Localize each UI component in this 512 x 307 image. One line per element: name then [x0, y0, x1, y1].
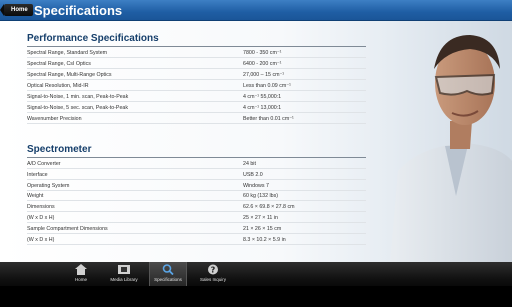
spec-value: Windows 7 [243, 182, 269, 189]
row-divider [27, 101, 366, 102]
spec-row: (W x D x H) 8.3 × 10.2 × 5.9 in [27, 236, 366, 245]
row-divider [27, 123, 366, 124]
spec-label: (W x D x H) [27, 236, 55, 243]
spec-value: 27,000 – 15 cm⁻¹ [243, 72, 285, 78]
spec-label: Spectral Range, Multi-Range Optics [27, 72, 112, 78]
spec-label: Optical Resolution, Mid-IR [27, 83, 89, 89]
bottom-nav-bar: Home Media Library Specifications ? Sale… [0, 262, 512, 286]
nav-label: Sales Inquiry [199, 277, 226, 282]
spec-value: 62.6 × 69.8 × 27.8 cm [243, 204, 295, 211]
spec-value: 24 bit [243, 161, 256, 167]
spec-value: USB 2.0 [243, 171, 263, 178]
spec-value: 6400 - 200 cm⁻¹ [243, 61, 282, 67]
spec-row: Spectral Range, CsI Optics 6400 - 200 cm⁻… [27, 60, 366, 69]
section-divider [27, 46, 366, 47]
nav-item-media-library[interactable]: Media Library [105, 262, 143, 286]
spec-row: Wavenumber Precision Better than 0.01 cm⁻… [27, 115, 366, 124]
row-divider [27, 68, 366, 69]
row-divider [27, 79, 366, 80]
row-divider [27, 243, 366, 245]
row-divider [27, 178, 366, 180]
spec-label: Spectral Range, Standard System [27, 50, 108, 56]
spec-row: (W x D x H) 25 × 27 × 11 in [27, 214, 366, 223]
magnifier-icon [162, 264, 174, 275]
spec-label: (W x D x H) [27, 215, 55, 221]
nav-item-sales-inquiry[interactable]: ? Sales Inquiry [194, 262, 232, 286]
svg-text:?: ? [211, 266, 216, 275]
spec-label: Signal-to-Noise, 1 min. scan, Peak-to-Pe… [27, 94, 129, 100]
spec-value: 7800 - 350 cm⁻¹ [243, 50, 282, 56]
nav-label: Media Library [110, 277, 138, 282]
spec-label: Signal-to-Noise, 5 sec. scan, Peak-to-Pe… [27, 105, 128, 111]
question-icon: ? [208, 264, 218, 275]
system-bar [0, 286, 512, 307]
spec-value: 4 cm⁻¹ 55,000:1 [243, 94, 282, 100]
spec-row: Dimensions 62.6 × 69.8 × 27.8 cm [27, 203, 366, 213]
spec-label: Sample Compartment Dimensions [27, 225, 108, 232]
nav-item-home[interactable]: Home [62, 262, 100, 286]
house-icon [75, 264, 87, 275]
row-divider [27, 211, 366, 213]
home-back-button[interactable]: Home [0, 4, 33, 16]
spec-row: Spectral Range, Multi-Range Optics 27,000… [27, 71, 366, 80]
nav-item-specifications[interactable]: Specifications [149, 262, 187, 286]
spec-label: A/D Converter [27, 161, 61, 167]
row-divider [27, 90, 366, 91]
row-divider [27, 200, 366, 202]
spec-row: A/D Converter 24 bit [27, 160, 366, 169]
spec-label: Operating System [27, 182, 70, 189]
spec-value: 8.3 × 10.2 × 5.9 in [243, 236, 286, 243]
row-divider [27, 57, 366, 58]
spec-value: 25 × 27 × 11 in [243, 215, 278, 221]
film-icon [118, 265, 130, 274]
row-divider [27, 189, 366, 191]
spec-label: Interface [27, 171, 48, 178]
spectrometer-section-title: Spectrometer [27, 144, 92, 155]
spec-value: 21 × 26 × 15 cm [243, 225, 282, 232]
nav-label: Specifications [154, 277, 182, 282]
spec-row: Operating System Windows 7 [27, 182, 366, 191]
performance-section-title: Performance Specifications [27, 33, 159, 44]
page-title: Specifications [34, 3, 123, 18]
spec-value: Better than 0.01 cm⁻¹ [243, 116, 294, 122]
row-divider [27, 222, 366, 223]
spec-row: Signal-to-Noise, 5 sec. scan, Peak-to-Pe… [27, 104, 366, 113]
spec-row: Signal-to-Noise, 1 min. scan, Peak-to-Pe… [27, 93, 366, 102]
scientist-photo [390, 35, 512, 262]
row-divider [27, 232, 366, 234]
spec-row: Weight 60 kg (132 lbs) [27, 192, 366, 202]
spec-row: Sample Compartment Dimensions 21 × 26 × 1… [27, 225, 366, 234]
spec-label: Wavenumber Precision [27, 116, 82, 122]
spec-row: Interface USB 2.0 [27, 171, 366, 180]
spec-label: Dimensions [27, 204, 55, 211]
section-divider [27, 157, 366, 158]
spec-label: Spectral Range, CsI Optics [27, 61, 91, 67]
row-divider [27, 112, 366, 113]
spec-label: Weight [27, 193, 44, 200]
app-header: Home Specifications [0, 0, 512, 21]
nav-label: Home [74, 277, 87, 282]
specifications-content: Performance Specifications Spectral Rang… [0, 21, 512, 262]
row-divider [27, 168, 366, 169]
spec-value: 60 kg (132 lbs) [243, 193, 279, 200]
spec-row: Spectral Range, Standard System 7800 - 35… [27, 49, 366, 58]
spec-value: 4 cm⁻¹ 13,000:1 [243, 105, 282, 111]
spec-value: Less than 0.09 cm⁻¹ [243, 83, 291, 89]
spec-row: Optical Resolution, Mid-IR Less than 0.09… [27, 82, 366, 91]
